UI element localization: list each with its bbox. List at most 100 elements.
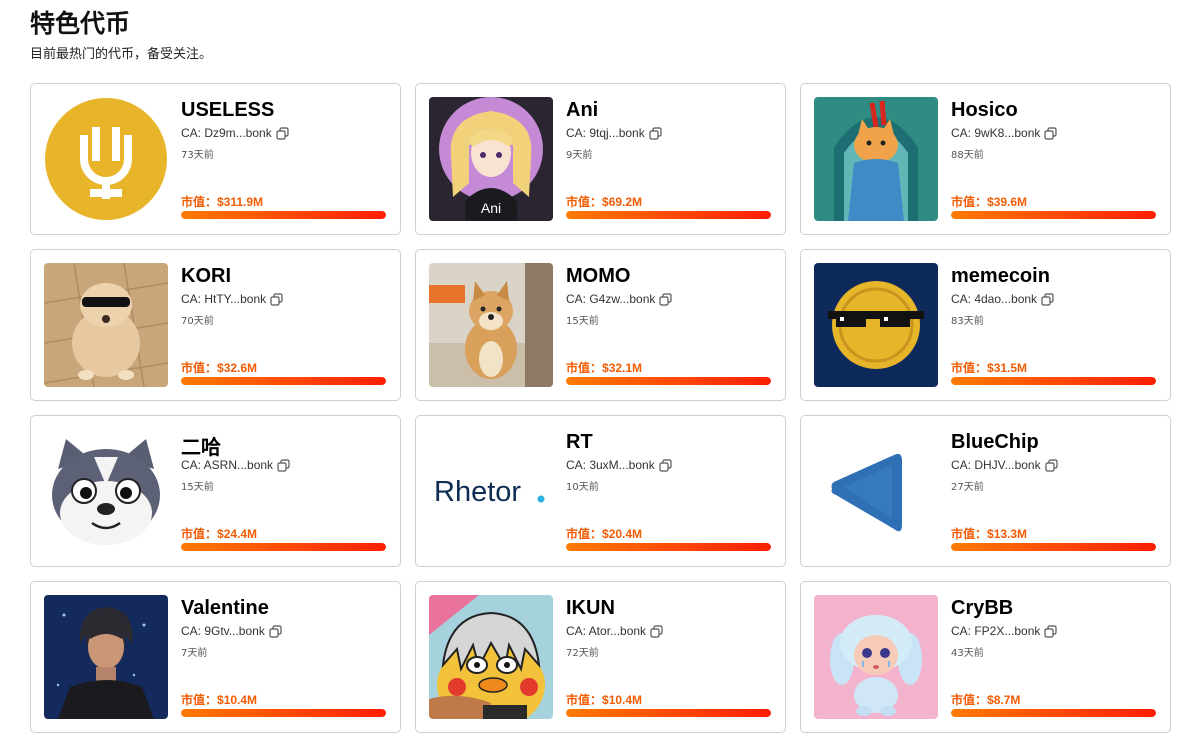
contract-address: CA: HtTY...bonk (181, 292, 267, 306)
token-card[interactable]: MOMO CA: G4zw...bonk 15天前 市值：$32.1M (415, 249, 786, 401)
token-age: 9天前 (566, 150, 593, 161)
market-cap: 市值：$32.6M (181, 359, 257, 376)
token-card[interactable]: CryBB CA: FP2X...bonk 43天前 市值：$8.7M (800, 581, 1171, 733)
token-age: 83天前 (951, 316, 984, 327)
copy-icon[interactable] (1041, 292, 1054, 306)
copy-icon[interactable] (1044, 624, 1057, 638)
market-cap-bar-fill (566, 211, 771, 219)
token-name: CryBB (951, 597, 1014, 619)
token-name: USELESS (181, 99, 275, 121)
market-cap: 市值：$20.4M (566, 525, 642, 542)
token-name: memecoin (951, 265, 1050, 287)
market-cap-bar (951, 709, 1156, 717)
contract-address: CA: G4zw...bonk (566, 292, 656, 306)
token-age: 88天前 (951, 150, 984, 161)
copy-icon[interactable] (277, 458, 290, 472)
token-card[interactable]: 二哈 CA: ASRN...bonk 15天前 市值：$24.4M (30, 415, 401, 567)
market-cap-label: 市值： (566, 527, 603, 541)
market-cap-bar-fill (951, 211, 1156, 219)
market-cap-value: $32.6M (217, 361, 258, 375)
market-cap-bar-fill (566, 543, 771, 551)
token-card[interactable]: Ani Ani CA: 9tqj...bonk 9天前 市值：$69.2M (415, 83, 786, 235)
market-cap-bar (951, 543, 1156, 551)
anime-girl-avatar-icon: Ani (429, 97, 553, 221)
blue-chip-triangle-icon (814, 429, 938, 553)
market-cap-bar (951, 377, 1156, 385)
copy-icon[interactable] (649, 126, 662, 140)
copy-icon[interactable] (276, 126, 289, 140)
market-cap-value: $24.4M (217, 527, 258, 541)
market-cap: 市值：$32.1M (566, 359, 642, 376)
token-card[interactable]: KORI CA: HtTY...bonk 70天前 市值：$32.6M (30, 249, 401, 401)
token-card[interactable]: IKUN CA: Ator...bonk 72天前 市值：$10.4M (415, 581, 786, 733)
avatar-caption: Ani (481, 200, 501, 216)
anime-man-portrait-icon (44, 595, 168, 719)
market-cap: 市值：$8.7M (951, 691, 1020, 708)
market-cap-bar-fill (181, 543, 386, 551)
token-card[interactable]: Hosico CA: 9wK8...bonk 88天前 市值：$39.6M (800, 83, 1171, 235)
market-cap-bar (566, 211, 771, 219)
token-name: KORI (181, 265, 231, 287)
copy-icon[interactable] (650, 624, 663, 638)
token-card[interactable]: memecoin CA: 4dao...bonk 83天前 市值：$31.5M (800, 249, 1171, 401)
token-age: 27天前 (951, 482, 984, 493)
market-cap-bar-fill (566, 377, 771, 385)
market-cap: 市值：$13.3M (951, 525, 1027, 542)
copy-icon[interactable] (659, 292, 672, 306)
token-name: IKUN (566, 597, 615, 619)
token-name: BlueChip (951, 431, 1039, 453)
token-card[interactable]: Valentine CA: 9Gtv...bonk 7天前 市值：$10.4M (30, 581, 401, 733)
husky-cartoon-icon (44, 429, 168, 553)
market-cap-label: 市值： (951, 693, 988, 707)
market-cap-label: 市值： (951, 527, 988, 541)
market-cap-label: 市值： (181, 361, 218, 375)
market-cap-label: 市值： (566, 361, 603, 375)
token-age: 7天前 (181, 648, 208, 659)
token-name: Valentine (181, 597, 269, 619)
token-age: 15天前 (566, 316, 599, 327)
token-name: RT (566, 431, 593, 453)
token-card[interactable]: USELESS CA: Dz9m...bonk 73天前 市值：$311.9M (30, 83, 401, 235)
market-cap: 市值：$24.4M (181, 525, 257, 542)
copy-icon[interactable] (270, 292, 283, 306)
market-cap-label: 市值： (181, 195, 218, 209)
market-cap-value: $31.5M (987, 361, 1028, 375)
market-cap-label: 市值： (566, 693, 603, 707)
market-cap-value: $8.7M (987, 693, 1021, 707)
token-age: 15天前 (181, 482, 214, 493)
market-cap-value: $32.1M (602, 361, 643, 375)
market-cap-label: 市值： (951, 361, 988, 375)
market-cap-value: $39.6M (987, 195, 1028, 209)
market-cap-bar (181, 211, 386, 219)
market-cap-value: $10.4M (217, 693, 258, 707)
market-cap-value: $10.4M (602, 693, 643, 707)
copy-icon[interactable] (1045, 458, 1058, 472)
market-cap: 市值：$69.2M (566, 193, 642, 210)
market-cap-bar-fill (951, 377, 1156, 385)
coin-with-sunglasses-icon (814, 263, 938, 387)
page-title: 特色代币 (30, 9, 131, 38)
market-cap-bar-fill (951, 709, 1156, 717)
copy-icon[interactable] (659, 458, 672, 472)
contract-address: CA: FP2X...bonk (951, 624, 1041, 638)
copy-icon[interactable] (269, 624, 282, 638)
market-cap: 市值：$10.4M (181, 691, 257, 708)
contract-address: CA: 9tqj...bonk (566, 126, 645, 140)
market-cap-label: 市值： (181, 527, 218, 541)
contract-address: CA: Ator...bonk (566, 624, 647, 638)
market-cap-value: $69.2M (602, 195, 643, 209)
contract-address: CA: ASRN...bonk (181, 458, 274, 472)
contract-address: CA: 9wK8...bonk (951, 126, 1041, 140)
token-grid: USELESS CA: Dz9m...bonk 73天前 市值：$311.9M … (30, 83, 1171, 733)
contract-address: CA: 3uxM...bonk (566, 458, 655, 472)
market-cap-bar-fill (181, 709, 386, 717)
market-cap-value: $13.3M (987, 527, 1028, 541)
copy-icon[interactable] (1044, 126, 1057, 140)
market-cap-label: 市值： (951, 195, 988, 209)
contract-address: CA: 9Gtv...bonk (181, 624, 265, 638)
token-card[interactable]: Rhetor RT CA: 3uxM...bonk 10天前 市值：$20.4M (415, 415, 786, 567)
token-card[interactable]: BlueChip CA: DHJV...bonk 27天前 市值：$13.3M (800, 415, 1171, 567)
token-age: 10天前 (566, 482, 599, 493)
market-cap-bar (566, 377, 771, 385)
cat-in-blanket-icon (814, 97, 938, 221)
